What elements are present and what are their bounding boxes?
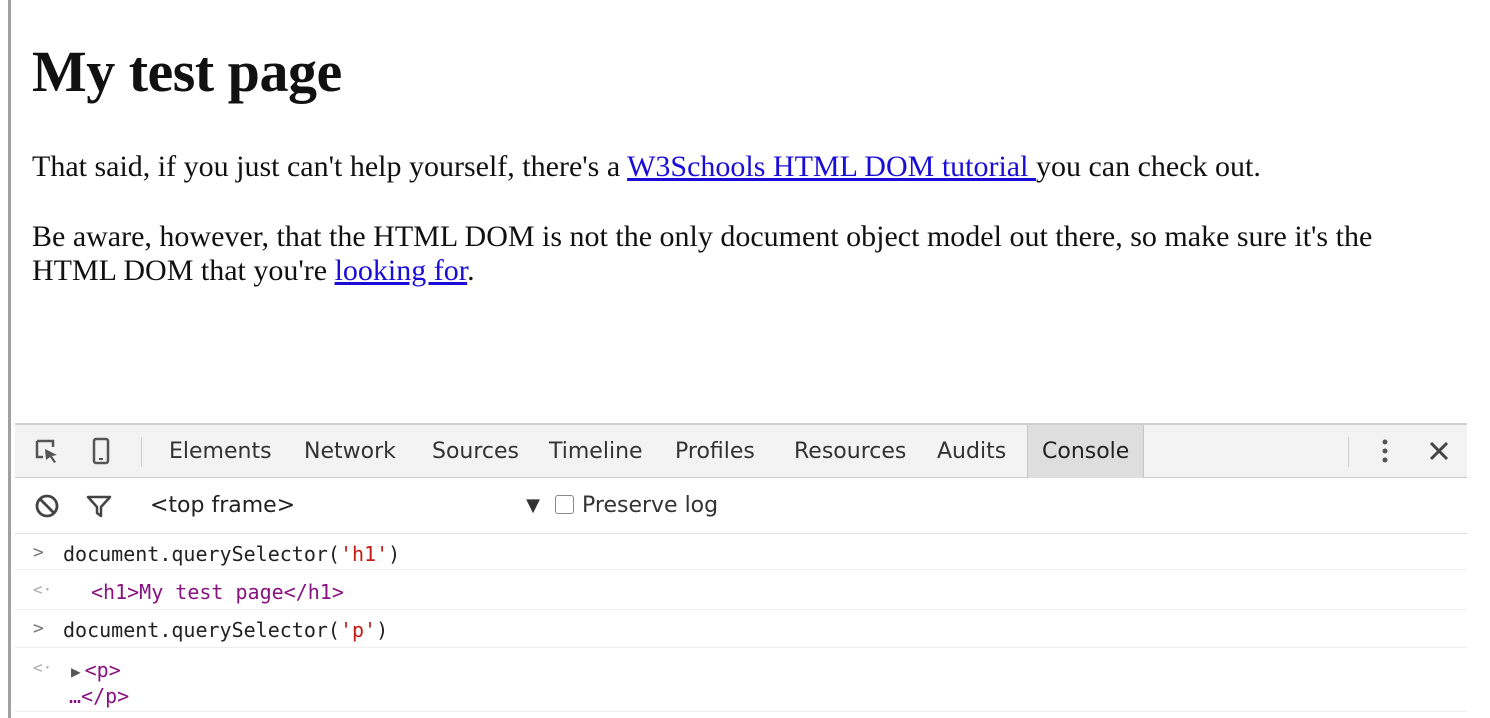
inspect-element-icon[interactable] [33, 437, 61, 465]
webpage-content: My test page That said, if you just can'… [32, 0, 1452, 287]
command-suffix: ) [388, 542, 401, 566]
tab-resources[interactable]: Resources [780, 425, 920, 478]
command-suffix: ) [376, 618, 389, 642]
tab-elements[interactable]: Elements [155, 425, 286, 478]
command-text: document.querySelector( [63, 618, 340, 642]
dropdown-arrow-icon: ▼ [526, 495, 540, 516]
result-text: My test page [139, 580, 284, 604]
browser-left-border [8, 0, 11, 718]
looking-for-link[interactable]: looking for [335, 254, 468, 287]
console-input-row: > document.querySelector('p') [15, 610, 1467, 648]
paragraph-1: That said, if you just can't help yourse… [32, 150, 1452, 184]
console-filter-bar: <top frame> ▼ Preserve log [15, 478, 1467, 534]
result-open-tag: <p> [84, 658, 121, 682]
tab-console[interactable]: Console [1027, 425, 1145, 478]
filter-icon[interactable] [85, 492, 113, 520]
clear-console-icon[interactable] [33, 492, 61, 520]
command-string-arg: 'h1' [339, 542, 389, 566]
paragraph-2-text-before: Be aware, however, that the HTML DOM is … [32, 220, 1373, 287]
toolbar-separator [141, 437, 142, 467]
result-close-tag: </p> [81, 684, 130, 708]
result-arrow-icon: <· [33, 580, 53, 599]
console-output: > document.querySelector('h1') <· <h1>My… [15, 534, 1467, 718]
preserve-log-option[interactable]: Preserve log [555, 491, 718, 521]
input-prompt-icon: > [33, 542, 44, 563]
w3schools-link[interactable]: W3Schools HTML DOM tutorial [627, 150, 1036, 183]
frame-selector-value: <top frame> [150, 493, 296, 518]
console-result-collapsed: …</p> [69, 684, 129, 708]
console-result-row: <· ▶ <p> …</p> [15, 648, 1467, 712]
checkbox-icon[interactable] [555, 494, 574, 514]
input-prompt-icon: > [33, 618, 44, 639]
paragraph-2-text-after: . [467, 254, 475, 287]
device-mode-icon[interactable] [87, 437, 115, 465]
result-ellipsis: … [69, 684, 82, 708]
console-result[interactable]: <h1>My test page</h1> [91, 580, 344, 604]
command-string-arg: 'p' [339, 618, 377, 642]
console-input-row: > document.querySelector('h1') [15, 534, 1467, 570]
console-result-row: <· <h1>My test page</h1> [15, 570, 1467, 610]
tab-audits[interactable]: Audits [923, 425, 1020, 478]
console-result-expandable[interactable]: ▶ <p> [71, 658, 121, 682]
result-open-tag: <h1> [91, 580, 140, 604]
paragraph-1-text-before: That said, if you just can't help yourse… [32, 150, 628, 183]
paragraph-1-text-after: you can check out. [1035, 150, 1261, 183]
console-command: document.querySelector('h1') [63, 542, 400, 566]
preserve-log-label: Preserve log [582, 493, 719, 518]
expand-triangle-icon[interactable]: ▶ [71, 662, 81, 681]
devtools-panel: Elements Network Sources Timeline Profil… [15, 423, 1467, 718]
frame-selector[interactable]: <top frame> ▼ [150, 491, 540, 521]
result-arrow-icon: <· [33, 658, 53, 677]
paragraph-2: Be aware, however, that the HTML DOM is … [32, 220, 1432, 288]
tab-profiles[interactable]: Profiles [661, 425, 769, 478]
command-text: document.querySelector( [63, 542, 340, 566]
page-heading: My test page [32, 39, 342, 104]
tab-timeline[interactable]: Timeline [535, 425, 657, 478]
result-close-tag: </h1> [283, 580, 344, 604]
tab-sources[interactable]: Sources [418, 425, 533, 478]
more-options-icon[interactable] [1371, 437, 1399, 465]
toolbar-separator [1348, 437, 1349, 467]
console-command: document.querySelector('p') [63, 618, 388, 642]
close-icon[interactable] [1425, 437, 1453, 465]
tab-network[interactable]: Network [290, 425, 410, 478]
devtools-toolbar: Elements Network Sources Timeline Profil… [15, 423, 1467, 478]
